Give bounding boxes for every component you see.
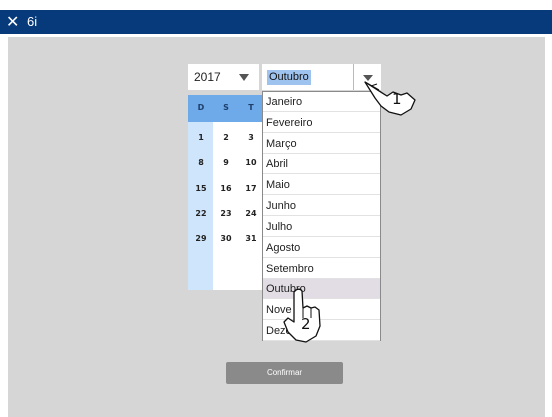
year-select[interactable]: 2017 [188, 64, 259, 90]
calendar-grid: D S T 1 2 3 8 9 10 15 16 17 22 23 24 29 … [188, 95, 263, 290]
calendar-day[interactable]: 16 [215, 184, 237, 193]
month-option-setembro[interactable]: Setembro [263, 259, 380, 279]
month-value: Outubro [267, 70, 311, 85]
step-number: 2 [301, 315, 311, 333]
calendar-day[interactable]: 31 [240, 234, 262, 243]
year-value: 2017 [194, 70, 221, 84]
calendar-day[interactable]: 23 [215, 209, 237, 218]
window-title: 6i [27, 14, 38, 29]
title-bar: ✕ 6i [0, 10, 552, 34]
month-option-julho[interactable]: Julho [263, 217, 380, 237]
calendar-day[interactable]: 10 [240, 158, 262, 167]
step-number: 1 [392, 90, 402, 108]
weekday-header-sunday: D [197, 103, 205, 112]
calendar-day[interactable]: 30 [215, 234, 237, 243]
pointer-hand-icon: 2 [282, 288, 326, 344]
confirm-button[interactable]: Confirmar [226, 362, 343, 384]
calendar-day[interactable]: 22 [190, 209, 212, 218]
month-option-agosto[interactable]: Agosto [263, 238, 380, 258]
month-option-junho[interactable]: Junho [263, 196, 380, 216]
calendar-day[interactable]: 8 [190, 158, 212, 167]
month-option-maio[interactable]: Maio [263, 175, 380, 195]
calendar-day[interactable]: 24 [240, 209, 262, 218]
divider [353, 64, 354, 90]
calendar-day[interactable]: 3 [240, 133, 262, 142]
calendar-day[interactable]: 29 [190, 234, 212, 243]
weekday-header-tuesday: T [248, 103, 254, 112]
calendar-day[interactable]: 1 [190, 133, 212, 142]
calendar-day[interactable]: 15 [190, 184, 212, 193]
pointer-hand-icon: 1 [361, 76, 421, 118]
calendar-day[interactable]: 2 [215, 133, 237, 142]
month-option-marco[interactable]: Março [263, 134, 380, 154]
calendar-day[interactable]: 17 [240, 184, 262, 193]
calendar-day[interactable]: 9 [215, 158, 237, 167]
chevron-down-icon[interactable] [239, 74, 249, 81]
close-icon[interactable]: ✕ [6, 12, 19, 32]
month-option-abril[interactable]: Abril [263, 154, 380, 174]
weekday-header-monday: S [223, 103, 229, 112]
